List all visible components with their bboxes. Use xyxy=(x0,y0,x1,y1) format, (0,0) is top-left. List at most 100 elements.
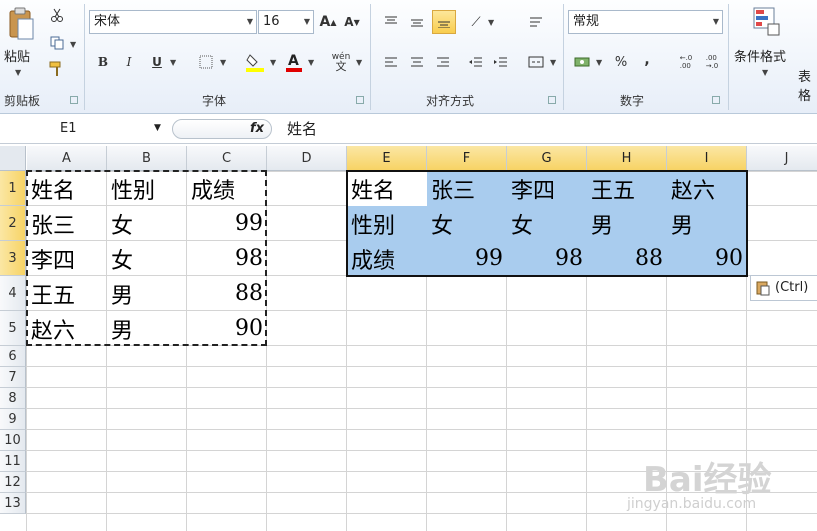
align-center-icon[interactable] xyxy=(407,52,427,72)
align-left-icon[interactable] xyxy=(381,52,401,72)
font-color-dropdown-arrow[interactable]: ▼ xyxy=(308,58,314,67)
name-box[interactable]: E1 xyxy=(0,117,170,141)
row-header-10[interactable]: 10 xyxy=(0,430,26,451)
underline-button[interactable]: U xyxy=(148,52,166,72)
column-header-h[interactable]: H xyxy=(587,146,667,171)
row-header-2[interactable]: 2 xyxy=(0,206,26,241)
increase-decimal-icon[interactable]: ←.0 .00 xyxy=(676,52,696,72)
fill-color-dropdown-arrow[interactable]: ▼ xyxy=(270,58,276,67)
number-launcher-icon[interactable] xyxy=(712,96,720,104)
row-header-8[interactable]: 8 xyxy=(0,388,26,409)
column-header-i[interactable]: I xyxy=(667,146,747,171)
row-header-1[interactable]: 1 xyxy=(0,171,26,206)
phonetic-icon[interactable]: wén 文 xyxy=(330,50,352,74)
paste-icon[interactable] xyxy=(6,6,36,42)
decrease-decimal-icon[interactable]: .00 →.0 xyxy=(702,52,722,72)
percent-button[interactable]: % xyxy=(612,52,630,72)
grow-font-button[interactable]: A ▲ xyxy=(318,12,338,32)
row-header-12[interactable]: 12 xyxy=(0,472,26,493)
wrap-text-icon[interactable] xyxy=(526,12,546,32)
paste-options-label: (Ctrl) xyxy=(775,280,809,295)
separator xyxy=(563,4,564,110)
border-icon[interactable] xyxy=(196,52,216,72)
copy-icon[interactable] xyxy=(48,34,66,52)
grid-row-line xyxy=(27,387,817,388)
row-header-5[interactable]: 5 xyxy=(0,311,26,346)
watermark-logo: Bai经验 xyxy=(643,460,772,500)
format-table-button[interactable]: 表格 xyxy=(798,66,817,104)
font-color-icon[interactable]: A xyxy=(284,50,304,74)
conditional-format-icon[interactable] xyxy=(750,4,782,38)
chevron-down-icon[interactable]: ▼ xyxy=(304,11,310,33)
align-middle-icon[interactable] xyxy=(407,12,427,32)
currency-icon[interactable] xyxy=(572,52,592,72)
format-painter-icon[interactable] xyxy=(48,60,66,78)
increase-indent-icon[interactable] xyxy=(491,52,511,72)
phonetic-dropdown-arrow[interactable]: ▼ xyxy=(356,58,362,67)
svg-text:A: A xyxy=(288,53,299,69)
column-header-a[interactable]: A xyxy=(27,146,107,171)
row-header-6[interactable]: 6 xyxy=(0,346,26,367)
font-size-combo[interactable]: 16 ▼ xyxy=(258,10,314,34)
column-header-b[interactable]: B xyxy=(107,146,187,171)
watermark-url: jingyan.baidu.com xyxy=(627,496,757,512)
italic-button[interactable]: I xyxy=(120,52,138,72)
orientation-dropdown-arrow[interactable]: ▼ xyxy=(488,18,494,27)
row-header-9[interactable]: 9 xyxy=(0,409,26,430)
fill-color-icon[interactable] xyxy=(244,50,266,74)
row-header-13[interactable]: 13 xyxy=(0,493,26,514)
clipboard-launcher-icon[interactable] xyxy=(70,96,78,104)
row-header-4[interactable]: 4 xyxy=(0,276,26,311)
paste-button[interactable]: 粘贴 xyxy=(4,46,30,65)
font-name-combo[interactable]: 宋体 ▼ xyxy=(89,10,257,34)
cut-icon[interactable] xyxy=(48,6,66,24)
align-right-icon[interactable] xyxy=(433,52,453,72)
row-header-11[interactable]: 11 xyxy=(0,451,26,472)
number-format-combo[interactable]: 常规 ▼ xyxy=(568,10,723,34)
watermark: Bai经验 jingyan.baidu.com xyxy=(615,452,815,522)
column-header-d[interactable]: D xyxy=(267,146,347,171)
column-header-c[interactable]: C xyxy=(187,146,267,171)
column-header-e[interactable]: E xyxy=(347,146,427,171)
select-all-corner[interactable] xyxy=(0,146,26,171)
column-header-g[interactable]: G xyxy=(507,146,587,171)
paste-dropdown-arrow[interactable]: ▼ xyxy=(15,68,21,77)
font-launcher-icon[interactable] xyxy=(356,96,364,104)
row-header-3[interactable]: 3 xyxy=(0,241,26,276)
paste-options-button[interactable]: (Ctrl) xyxy=(750,275,817,301)
align-bottom-icon[interactable] xyxy=(432,10,456,34)
number-format-value: 常规 xyxy=(573,14,600,29)
decrease-indent-icon[interactable] xyxy=(466,52,486,72)
column-header-j[interactable]: J xyxy=(747,146,817,171)
chevron-down-icon[interactable]: ▼ xyxy=(154,123,161,133)
align-top-icon[interactable] xyxy=(381,12,401,32)
insert-function-icon[interactable]: fx xyxy=(250,121,264,136)
font-group-label: 字体 xyxy=(202,94,227,108)
chevron-down-icon[interactable]: ▼ xyxy=(713,11,719,33)
grid-row-line xyxy=(27,366,817,367)
alignment-launcher-icon[interactable] xyxy=(548,96,556,104)
column-header-f[interactable]: F xyxy=(427,146,507,171)
clipboard-icon xyxy=(756,280,770,305)
shrink-font-icon: A xyxy=(344,15,354,29)
chevron-down-icon[interactable]: ▼ xyxy=(247,11,253,33)
row-header-7[interactable]: 7 xyxy=(0,367,26,388)
grid-row-line xyxy=(27,429,817,430)
shrink-font-button[interactable]: A ▼ xyxy=(342,12,362,32)
border-dropdown-arrow[interactable]: ▼ xyxy=(220,58,226,67)
bold-button[interactable]: B xyxy=(94,52,112,72)
formula-bar: E1 ▼ fx 姓名 xyxy=(0,115,817,144)
conditional-format-dropdown-arrow[interactable]: ▼ xyxy=(762,68,768,77)
currency-dropdown-arrow[interactable]: ▼ xyxy=(596,58,602,67)
conditional-format-button[interactable]: 条件格式 xyxy=(734,46,786,65)
formula-input[interactable]: 姓名 xyxy=(287,119,317,139)
merge-dropdown-arrow[interactable]: ▼ xyxy=(550,58,556,67)
font-name-value: 宋体 xyxy=(94,14,121,29)
comma-button[interactable]: , xyxy=(640,50,654,70)
merge-center-icon[interactable] xyxy=(526,52,546,72)
selection-border xyxy=(346,170,748,277)
orientation-icon[interactable]: ⟋ xyxy=(466,12,486,32)
copy-dropdown-arrow[interactable]: ▼ xyxy=(70,40,76,49)
copy-marquee xyxy=(26,170,267,346)
underline-dropdown-arrow[interactable]: ▼ xyxy=(170,58,176,67)
